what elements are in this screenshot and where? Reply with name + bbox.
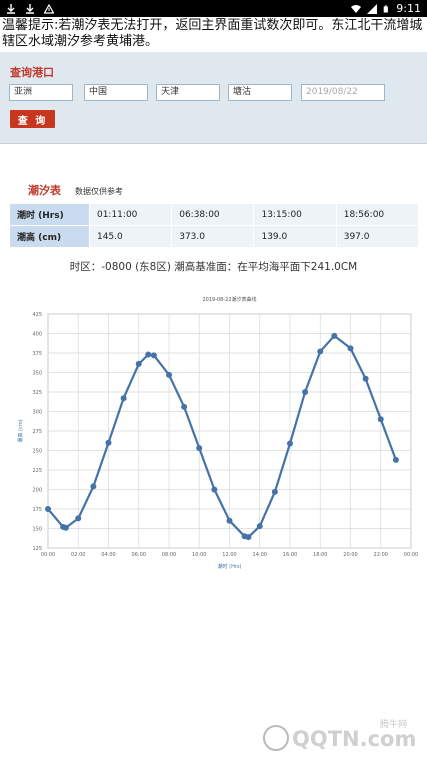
tide-title: 潮汐表 — [28, 184, 61, 197]
x-tick-label: 16:00 — [283, 552, 297, 558]
y-tick-label: 300 — [32, 410, 42, 416]
tide-data-point — [62, 524, 69, 531]
x-tick-label: 18:00 — [313, 552, 327, 558]
status-bar-left — [6, 3, 54, 14]
y-tick-label: 200 — [32, 488, 42, 494]
tide-data-point — [150, 352, 157, 359]
y-tick-label: 250 — [32, 449, 42, 455]
continent-select[interactable]: 亚洲 — [9, 84, 73, 101]
download-icon — [26, 3, 34, 14]
tide-data-point — [166, 371, 172, 378]
status-bar-right: 9:11 — [351, 2, 421, 15]
y-tick-label: 375 — [32, 351, 42, 357]
tide-data-point — [120, 395, 127, 402]
chart-title: 2019-08-22潮汐表曲线 — [202, 296, 256, 303]
tide-time-cell: 13:15:00 — [254, 204, 336, 225]
tide-time-cell: 01:11:00 — [89, 204, 172, 225]
tide-data-point — [196, 445, 203, 452]
tide-data-point — [377, 416, 384, 423]
svg-text:QQTN.com: QQTN.com — [292, 727, 416, 751]
tide-header: 潮汐表 数据仅供参考 — [28, 182, 123, 198]
x-tick-label: 12:00 — [222, 552, 236, 558]
query-panel: 查询港口 亚洲 中国 天津 塘沽 2019/08/22 查 询 — [0, 52, 427, 144]
city-select[interactable]: 天津 — [156, 84, 220, 101]
x-tick-label: 02:00 — [71, 552, 85, 558]
date-input[interactable]: 2019/08/22 — [301, 84, 385, 101]
tide-data-point — [256, 523, 263, 530]
tide-series-line — [47, 334, 397, 539]
y-tick-label: 275 — [32, 429, 42, 435]
x-tick-label: 00:00 — [404, 552, 418, 558]
x-tick-label: 14:00 — [253, 552, 267, 558]
tide-data-point — [135, 360, 142, 367]
status-time: 9:11 — [396, 2, 421, 15]
y-tick-label: 225 — [32, 468, 42, 474]
tide-data-point — [45, 506, 51, 512]
tide-data-point — [331, 332, 338, 339]
y-tick-label: 325 — [32, 390, 42, 396]
status-bar: 9:11 — [0, 0, 427, 17]
warning-icon — [44, 3, 54, 14]
y-tick-label: 150 — [32, 527, 42, 533]
tide-data-point — [90, 483, 97, 490]
tide-data-point — [75, 515, 82, 522]
tide-data-point — [181, 403, 188, 410]
tide-note: 数据仅供参考 — [75, 187, 123, 196]
x-tick-label: 06:00 — [132, 552, 146, 558]
x-tick-label: 22:00 — [374, 552, 388, 558]
tide-height-row: 潮高 (cm) 145.0 373.0 139.0 397.0 — [10, 226, 418, 247]
tide-chart-svg: 2019-08-22潮汐表曲线1251501752002252502753003… — [17, 296, 418, 570]
y-tick-label: 400 — [32, 332, 42, 338]
query-title: 查询港口 — [10, 66, 54, 79]
qqtn-watermark-logo: QQTN.com 腾牛网 — [263, 718, 416, 751]
tide-data-point — [211, 486, 218, 493]
tide-data-point — [145, 351, 152, 358]
x-axis-label: 潮时 (Hrs) — [218, 563, 242, 570]
y-tick-label: 350 — [32, 371, 42, 377]
tide-data-point — [287, 440, 293, 447]
tide-height-cell: 139.0 — [254, 226, 336, 247]
query-button[interactable]: 查 询 — [10, 110, 55, 128]
tide-height-cell: 145.0 — [89, 226, 172, 247]
download-icon — [7, 3, 15, 14]
tide-data-point — [105, 439, 112, 446]
tide-data-point — [347, 345, 354, 352]
tide-time-cell: 06:38:00 — [172, 204, 254, 225]
wifi-icon — [351, 4, 362, 13]
y-axis-label: 潮高 (cm) — [17, 419, 24, 442]
tide-table: 潮时 (Hrs) 01:11:00 06:38:00 13:15:00 18:5… — [9, 203, 419, 248]
x-tick-label: 00:00 — [41, 552, 55, 558]
x-tick-label: 04:00 — [101, 552, 115, 558]
battery-icon — [383, 5, 389, 12]
svg-text:腾牛网: 腾牛网 — [380, 718, 407, 730]
tide-data-point — [362, 375, 369, 382]
signal-icon — [367, 3, 378, 14]
timezone-info: 时区：-0800 (东8区) 潮高基准面：在平均海平面下241.0CM — [69, 261, 358, 273]
tide-time-cell: 18:56:00 — [336, 204, 418, 225]
tide-data-point — [392, 456, 399, 463]
tide-height-cell: 397.0 — [336, 226, 418, 247]
tide-time-label: 潮时 (Hrs) — [10, 204, 89, 225]
tide-data-point — [302, 389, 309, 395]
tide-data-point — [245, 534, 252, 541]
tide-data-point — [226, 517, 233, 524]
tide-data-point — [271, 488, 278, 495]
y-tick-label: 175 — [32, 507, 42, 513]
y-tick-label: 425 — [32, 312, 42, 318]
x-tick-label: 10:00 — [192, 552, 206, 558]
tide-height-cell: 373.0 — [172, 226, 254, 247]
tide-height-label: 潮高 (cm) — [10, 226, 89, 247]
x-tick-label: 08:00 — [162, 552, 176, 558]
country-select[interactable]: 中国 — [84, 84, 148, 101]
x-tick-label: 20:00 — [343, 552, 357, 558]
tide-data-point — [317, 348, 324, 355]
tide-time-row: 潮时 (Hrs) 01:11:00 06:38:00 13:15:00 18:5… — [10, 204, 418, 225]
tide-chart: 2019-08-22潮汐表曲线 125 150 175 200 225 250 275 300 3… — [0, 290, 427, 580]
port-select[interactable]: 塘沽 — [228, 84, 292, 101]
notice-banner: 温馨提示:若潮汐表无法打开，返回主界面重试数次即可。东江北干流增城辖区水域潮汐参… — [0, 17, 427, 51]
